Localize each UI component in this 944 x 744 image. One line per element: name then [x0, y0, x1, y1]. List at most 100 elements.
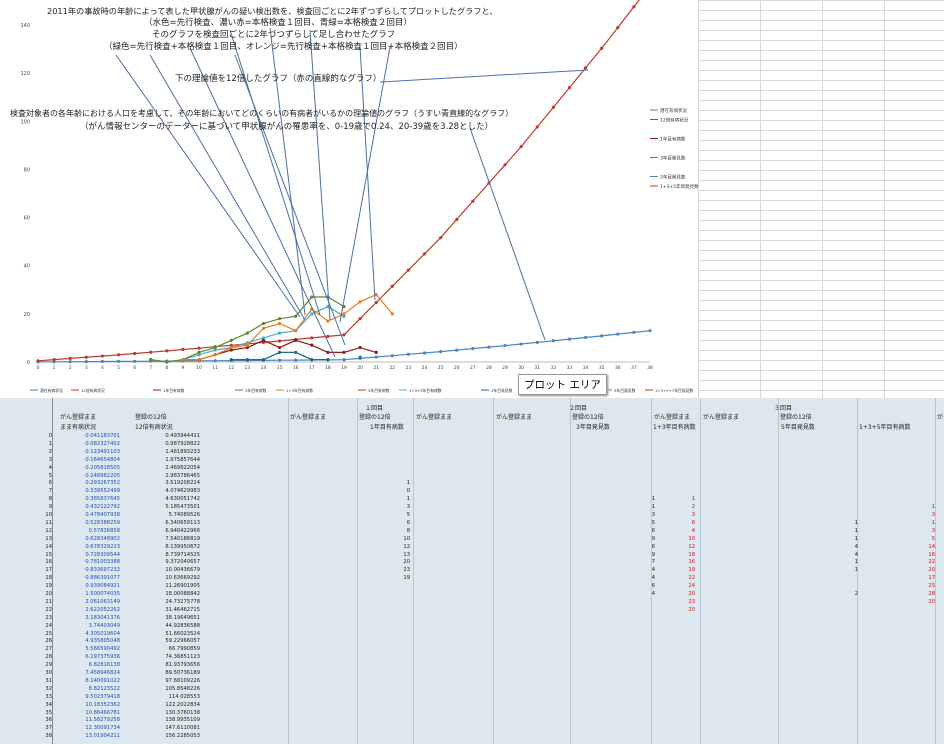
- data-point: [567, 85, 572, 90]
- annotation-arrow: [115, 54, 301, 318]
- g3-header-b: 登録の12倍: [780, 414, 812, 421]
- data-point: [277, 350, 282, 354]
- table-cell: 0.385837645: [85, 496, 120, 503]
- line-chart[interactable]: 0204060801001201400 1 2 3 4 5 6 7 8 9 10 11 12 13 14 15…: [0, 0, 698, 398]
- data-point: [261, 338, 266, 342]
- table-cell: 6.940422966: [165, 527, 200, 534]
- x-tick-label: 9: [182, 365, 185, 371]
- row-index: 13: [45, 535, 52, 542]
- table-cell: 1.481893233: [165, 448, 200, 455]
- data-point: [455, 348, 459, 352]
- table-cell: 1: [854, 567, 858, 574]
- column-divider: [935, 398, 936, 744]
- row-index: 15: [45, 551, 52, 558]
- data-point: [294, 350, 298, 354]
- data-point: [294, 329, 298, 333]
- data-point: [390, 354, 394, 358]
- x-tick-label: 23: [406, 365, 412, 371]
- g2-sub2: 1+3年目有病数: [653, 424, 696, 431]
- table-cell: 20: [928, 567, 935, 574]
- table-cell: 51.66023524: [165, 630, 200, 637]
- table-cell: 0.628348902: [85, 535, 120, 542]
- row-index: 24: [45, 622, 52, 629]
- row-index: 25: [45, 630, 52, 637]
- table-cell: 4: [691, 527, 695, 534]
- data-point: [358, 355, 362, 359]
- table-cell: 0.833697232: [85, 567, 120, 574]
- row-index: 16: [45, 559, 52, 566]
- table-cell: 0.987928822: [165, 440, 200, 447]
- data-point: [245, 331, 249, 335]
- data-point: [632, 5, 636, 9]
- table-cell: 122.2022834: [165, 701, 200, 708]
- data-point: [648, 329, 652, 333]
- x-tick-label: 17: [309, 365, 315, 371]
- table-cell: 0.478407938: [85, 512, 120, 518]
- table-cell: 20: [688, 606, 695, 613]
- legend-label: 1+3年目有病数: [286, 388, 313, 393]
- chart-area[interactable]: 0 20 40 60 80 100 120 140 0 1 2 3 4 5 6 7 8 9 10 11 12 13 14 15…: [0, 0, 698, 398]
- table-cell: 0.493944411: [165, 433, 200, 439]
- table-cell: 19: [688, 567, 695, 574]
- data-point: [342, 333, 346, 337]
- row-index: 14: [45, 543, 52, 550]
- header-round-3: ３回目: [774, 405, 793, 412]
- data-point: [149, 350, 153, 354]
- table-cell: 1: [406, 496, 410, 503]
- table-cell: 20: [928, 598, 935, 605]
- g3-sub: 5年目発見数: [781, 424, 815, 431]
- data-point: [277, 317, 282, 321]
- table-cell: 5.74089526: [168, 512, 200, 518]
- table-cell: 7.458946824: [85, 670, 120, 676]
- data-point: [116, 353, 121, 357]
- row-index: 17: [45, 567, 52, 574]
- data-point: [358, 300, 362, 304]
- y-tick-label: 140: [20, 23, 30, 29]
- row-index: 1: [48, 440, 52, 447]
- row-index: 32: [45, 685, 52, 692]
- annotation-arrow: [149, 54, 306, 321]
- spreadsheet[interactable]: １回目 ２回目 ３回目 がん登録まま 登録の12倍 まま有病状況 12倍有病状況…: [0, 398, 944, 744]
- annotation-arrow: [269, 27, 306, 316]
- annotation-line-5: 下の理論値を12倍したグラフ（赤の直線的なグラフ）: [175, 74, 382, 84]
- data-point: [277, 339, 282, 343]
- row-index: 31: [45, 677, 52, 684]
- x-tick-label: 1: [53, 365, 56, 371]
- data-point: [583, 66, 588, 70]
- row-index: 7: [48, 488, 52, 495]
- x-tick-label: 32: [551, 365, 557, 371]
- row-index: 9: [48, 504, 52, 511]
- annotation-line-6: 検査対象者の各年齢における人口を考慮して、その年齢においてどのくらいの有病者がい…: [10, 109, 514, 118]
- g2-header-c: がん登録まま: [654, 414, 691, 421]
- table-cell: 0.164654804: [85, 456, 120, 463]
- table-cell: 6.197375936: [85, 654, 120, 661]
- table-cell: 0.041183701: [85, 433, 120, 439]
- legend-label: 5年目発見数: [660, 174, 686, 181]
- row-index: 27: [45, 646, 52, 653]
- data-point: [84, 355, 88, 359]
- row-index: 18: [45, 575, 52, 582]
- g1-sub: 1年目有病数: [370, 424, 404, 431]
- table-cell: 0.123491103: [85, 448, 120, 455]
- data-point: [294, 338, 298, 342]
- x-tick-label: 10: [196, 365, 202, 371]
- y-tick-label: 0: [27, 360, 30, 366]
- table-cell: 1: [931, 504, 935, 511]
- x-tick-label: 21: [373, 365, 379, 371]
- table-cell: 13.01904211: [85, 733, 120, 740]
- table-cell: 9: [651, 551, 655, 558]
- table-cell: 81.93793656: [165, 662, 200, 669]
- table-cell: 3: [931, 512, 935, 518]
- table-cell: 5.566590492: [85, 646, 120, 653]
- legend-label: 3年目発見数: [660, 155, 686, 162]
- table-cell: 12: [403, 543, 410, 550]
- table-cell: 10: [403, 535, 410, 542]
- spreadsheet-grid-right[interactable]: [698, 0, 944, 398]
- table-cell: 0.886391077: [85, 575, 120, 582]
- column-divider: [288, 398, 289, 744]
- table-cell: 105.8548226: [165, 685, 200, 692]
- annotation-arrow: [189, 47, 336, 358]
- data-point: [261, 326, 266, 330]
- table-cell: 5.185473501: [165, 504, 200, 511]
- table-cell: 2.469822054: [165, 464, 200, 471]
